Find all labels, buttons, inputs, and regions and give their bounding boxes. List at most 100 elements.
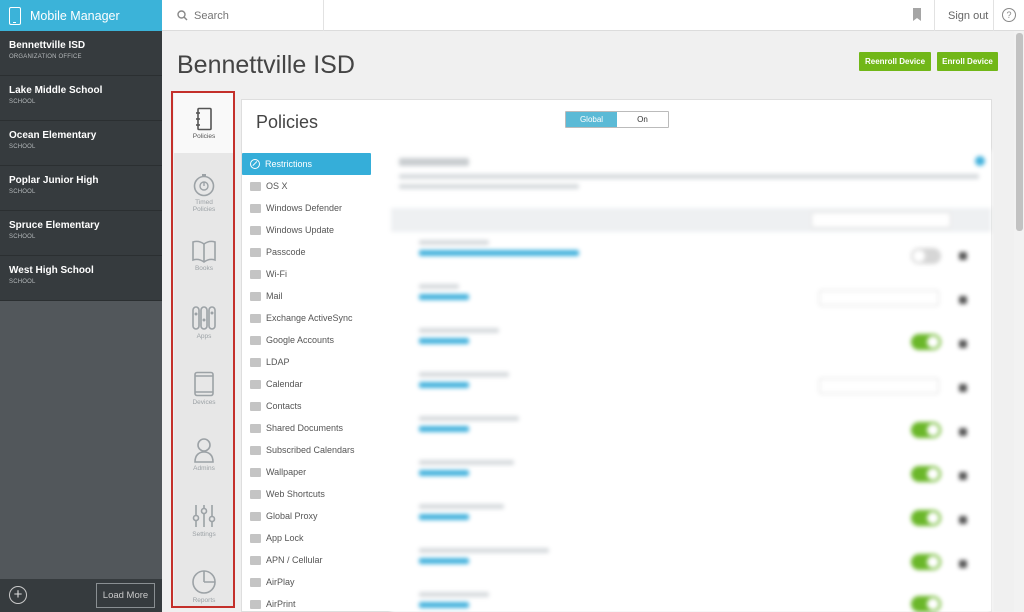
site-name: Ocean Elementary — [9, 130, 97, 141]
windows-icon — [250, 225, 261, 235]
site-name: Poplar Junior High — [9, 175, 99, 186]
policy-item-calendar[interactable]: Calendar — [242, 373, 372, 395]
site-item[interactable]: Ocean Elementary SCHOOL — [0, 121, 162, 166]
calendar-icon — [250, 379, 261, 389]
airplay-icon — [250, 577, 261, 587]
site-item[interactable]: Poplar Junior High SCHOOL — [0, 166, 162, 211]
policy-item-global-proxy[interactable]: Global Proxy — [242, 505, 372, 527]
sync-icon — [250, 313, 261, 323]
globe-icon — [250, 511, 261, 521]
rss-icon — [250, 445, 261, 455]
app-brand[interactable]: Mobile Manager — [0, 0, 162, 31]
nav-label: Admins — [193, 465, 215, 472]
top-bar: Mobile Manager Sign out ? — [0, 0, 1024, 31]
apps-icon — [192, 306, 216, 330]
policy-item-airplay[interactable]: AirPlay — [242, 571, 372, 593]
nav-devices[interactable]: Devices — [174, 371, 234, 406]
policy-item-ldap[interactable]: LDAP — [242, 351, 372, 373]
policy-item-subscribed-calendars[interactable]: Subscribed Calendars — [242, 439, 372, 461]
site-type: SCHOOL — [9, 279, 36, 285]
nav-label: Devices — [192, 399, 216, 406]
site-item[interactable]: Lake Middle School SCHOOL — [0, 76, 162, 121]
nav-apps[interactable]: Apps — [174, 305, 234, 340]
reenroll-device-button[interactable]: Reenroll Device — [859, 52, 931, 71]
policy-item-wifi[interactable]: Wi-Fi — [242, 263, 372, 285]
timer-icon — [193, 174, 215, 197]
site-type: SCHOOL — [9, 99, 36, 105]
policy-item-windows-defender[interactable]: Windows Defender — [242, 197, 372, 219]
site-item[interactable]: Spruce Elementary SCHOOL — [0, 211, 162, 256]
sliders-icon — [192, 505, 216, 527]
divider — [993, 0, 994, 31]
policy-item-restrictions[interactable]: Restrictions — [242, 153, 371, 175]
app-title: Mobile Manager — [30, 8, 120, 23]
scrollbar-thumb[interactable] — [1016, 33, 1023, 231]
nav-books[interactable]: Books — [174, 239, 234, 272]
policy-item-web-shortcuts[interactable]: Web Shortcuts — [242, 483, 372, 505]
help-icon[interactable]: ? — [1002, 8, 1016, 22]
policy-list: Restrictions OS X Windows Defender Windo… — [242, 153, 372, 612]
site-name: Spruce Elementary — [9, 220, 100, 231]
site-name: West High School — [9, 265, 94, 276]
wifi-icon — [250, 269, 261, 279]
page-title: Bennettville ISD — [177, 51, 355, 79]
keypad-icon — [250, 247, 261, 257]
nav-label: Timed Policies — [192, 199, 216, 213]
add-site-icon[interactable]: + — [9, 586, 27, 604]
antenna-icon — [250, 555, 261, 565]
site-item[interactable]: Bennettville ISD ORGANIZATION OFFICE — [0, 31, 162, 76]
search-box[interactable] — [162, 0, 324, 31]
scope-global-button[interactable]: Global — [566, 112, 617, 127]
policy-item-os-x[interactable]: OS X — [242, 175, 372, 197]
enroll-device-button[interactable]: Enroll Device — [937, 52, 998, 71]
document-icon — [250, 423, 261, 433]
policies-panel: Policies Global On Campus Restrictions O… — [241, 99, 992, 612]
pie-chart-icon — [192, 570, 216, 594]
book-icon — [192, 240, 216, 263]
site-name: Bennettville ISD — [9, 40, 86, 51]
sidebar-footer: + Load More — [0, 579, 162, 612]
nav-policies[interactable]: Policies — [174, 93, 234, 153]
policy-item-windows-update[interactable]: Windows Update — [242, 219, 372, 241]
policy-item-shared-documents[interactable]: Shared Documents — [242, 417, 372, 439]
load-more-button[interactable]: Load More — [96, 583, 155, 608]
search-input[interactable] — [194, 9, 304, 22]
section-nav: Policies Timed Policies Books Apps Device… — [174, 93, 234, 607]
policy-item-mail[interactable]: Mail — [242, 285, 372, 307]
nav-settings[interactable]: Settings — [174, 503, 234, 538]
restrictions-settings-blurred — [391, 150, 991, 612]
nav-reports[interactable]: Reports — [174, 569, 234, 604]
site-sidebar: Bennettville ISD ORGANIZATION OFFICE Lak… — [0, 31, 162, 612]
nav-label: Reports — [192, 597, 216, 604]
nav-label: Policies — [192, 133, 216, 140]
search-icon — [177, 10, 188, 21]
tablet-icon — [194, 371, 214, 397]
site-item[interactable]: West High School SCHOOL — [0, 256, 162, 301]
nav-timed-policies[interactable]: Timed Policies — [174, 173, 234, 213]
restrictions-icon — [250, 159, 260, 169]
divider — [934, 0, 935, 31]
policy-item-app-lock[interactable]: App Lock — [242, 527, 372, 549]
nav-label: Apps — [196, 333, 212, 340]
monitor-icon — [250, 181, 261, 191]
nav-label: Books — [194, 265, 214, 272]
mail-icon — [250, 291, 261, 301]
phone-icon — [9, 6, 21, 25]
bookmark-icon[interactable] — [912, 8, 922, 22]
sign-out-link[interactable]: Sign out — [948, 10, 988, 22]
policy-item-passcode[interactable]: Passcode — [242, 241, 372, 263]
policy-item-airprint[interactable]: AirPrint — [242, 593, 372, 612]
scope-on-campus-button[interactable]: On Campus — [617, 112, 668, 127]
scope-toggle[interactable]: Global On Campus — [565, 111, 669, 128]
policy-item-google-accounts[interactable]: Google Accounts — [242, 329, 372, 351]
policy-item-contacts[interactable]: Contacts — [242, 395, 372, 417]
panel-title: Policies — [256, 112, 319, 132]
image-icon — [250, 467, 261, 477]
nav-admins[interactable]: Admins — [174, 437, 234, 472]
policy-item-wallpaper[interactable]: Wallpaper — [242, 461, 372, 483]
site-name: Lake Middle School — [9, 85, 103, 96]
policy-item-exchange[interactable]: Exchange ActiveSync — [242, 307, 372, 329]
policy-item-apn-cellular[interactable]: APN / Cellular — [242, 549, 372, 571]
google-icon — [250, 335, 261, 345]
lock-icon — [250, 533, 261, 543]
